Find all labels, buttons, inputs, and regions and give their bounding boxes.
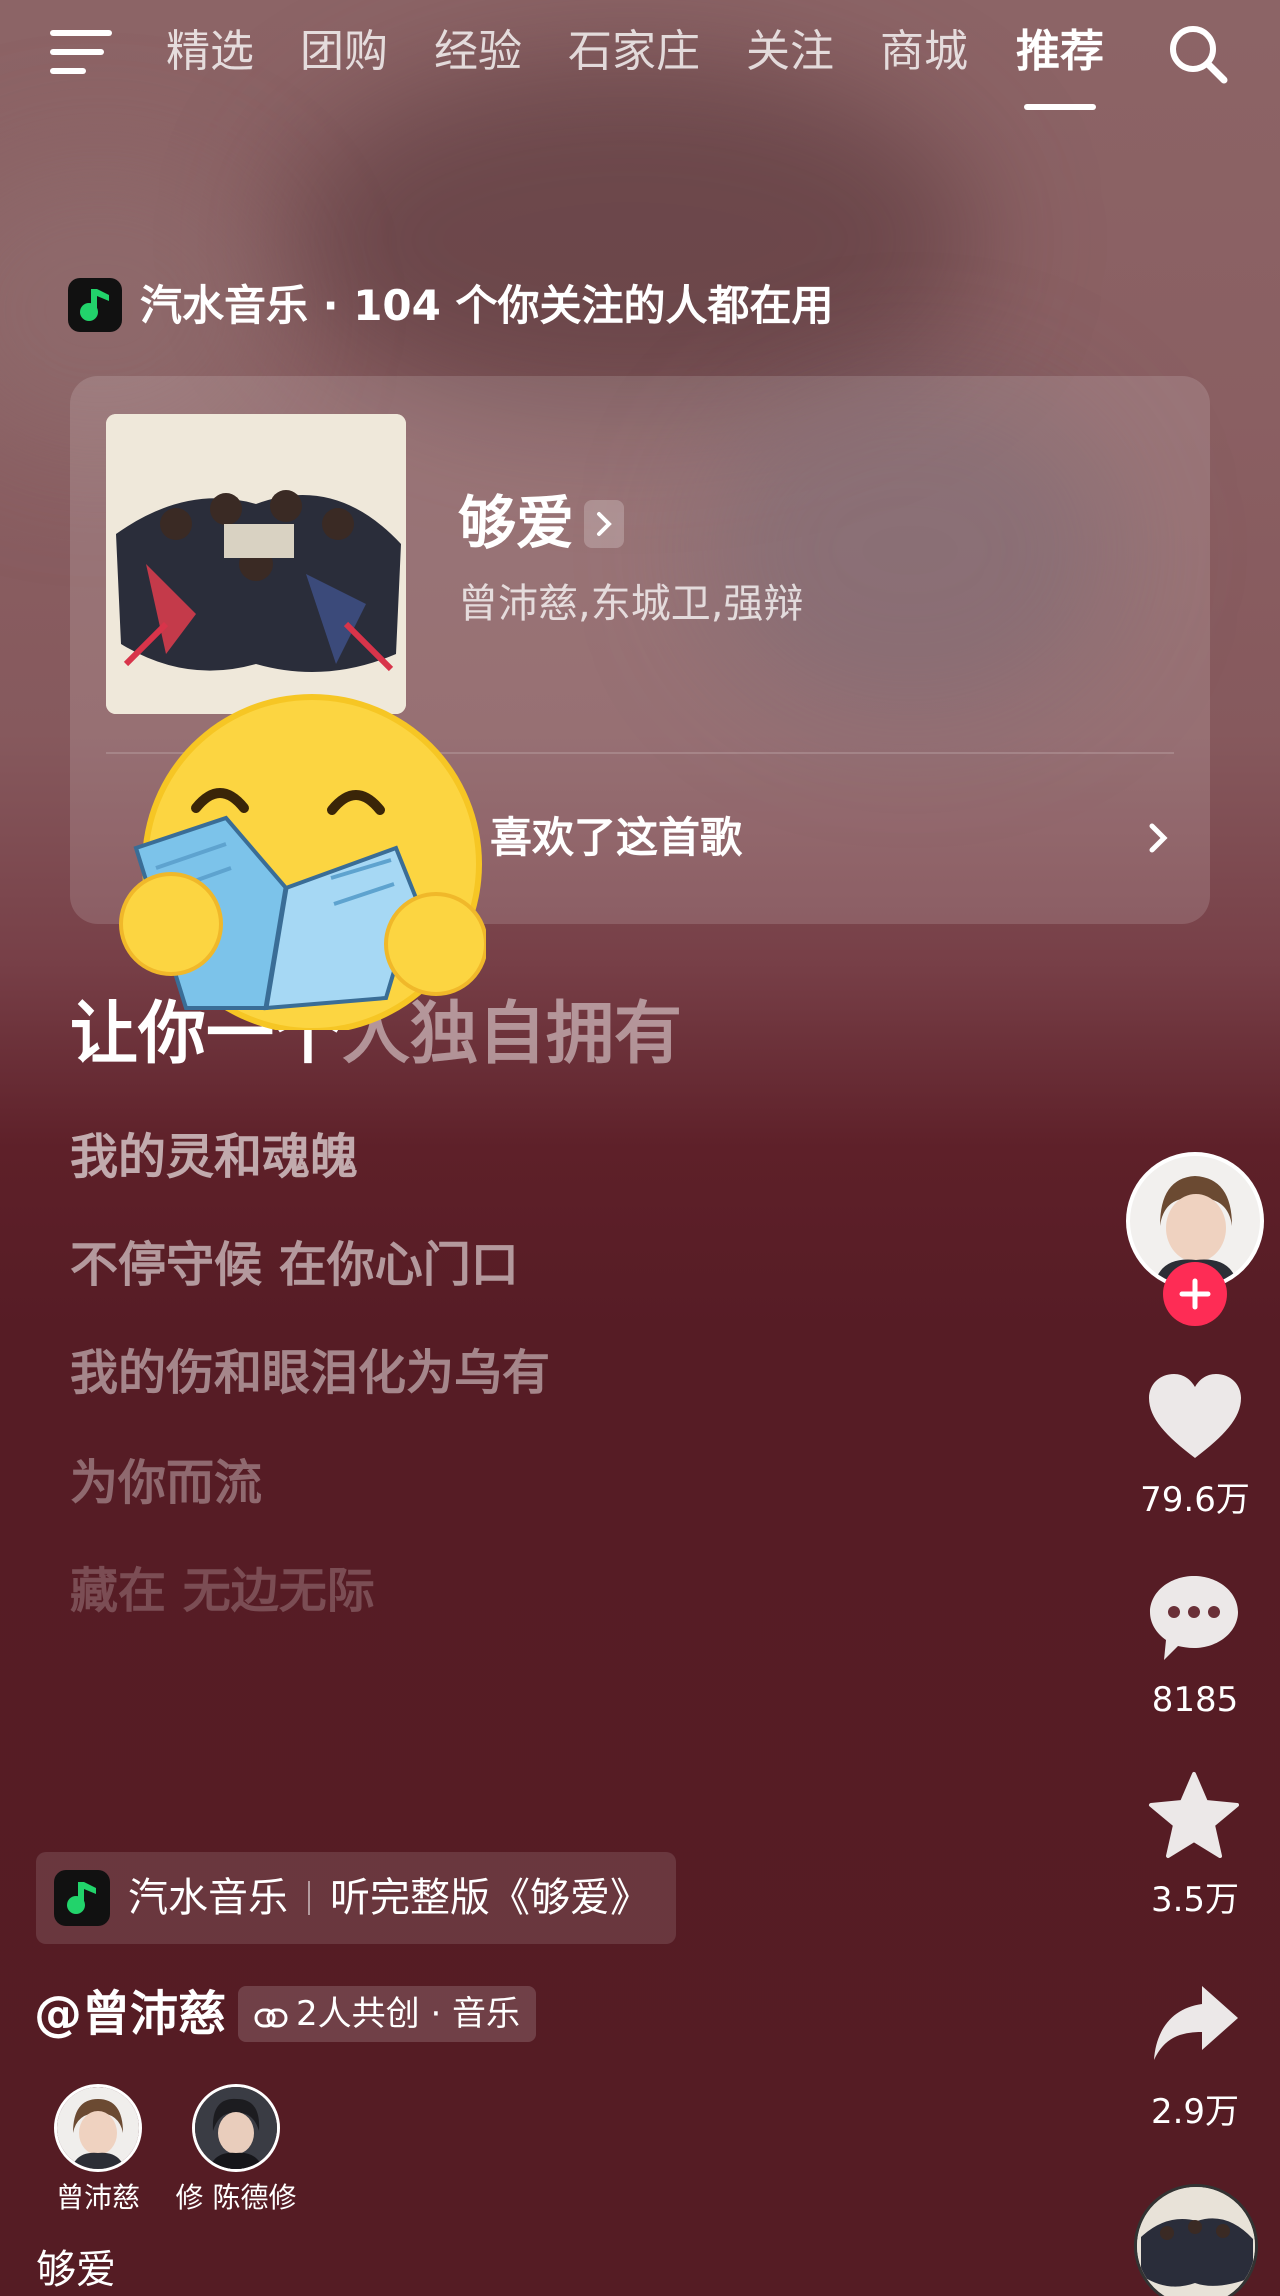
creator-item[interactable]: 修 陈德修 <box>166 2084 306 2218</box>
avatar <box>192 2084 280 2172</box>
tab-jingyan[interactable]: 经验 <box>434 24 522 80</box>
collab-tag[interactable]: 2人共创 · 音乐 <box>238 1986 537 2042</box>
qishui-music-logo-icon <box>68 278 122 332</box>
song-artists: 曾沛慈,东城卫,强辩 <box>458 581 804 627</box>
share-icon[interactable] <box>1150 1982 1242 2064</box>
share-count: 2.9万 <box>1150 2092 1240 2132</box>
tab-guanzhu[interactable]: 关注 <box>746 24 834 80</box>
music-link-pill[interactable]: 汽水音乐 听完整版《够爱》 <box>36 1852 676 1944</box>
avatar <box>54 2084 142 2172</box>
search-icon[interactable] <box>1166 22 1230 86</box>
pill-divider <box>308 1881 310 1915</box>
qishui-music-logo-icon <box>54 1870 110 1926</box>
collab-text: 2人共创 · 音乐 <box>296 1994 521 2034</box>
top-navigation: 精选 团购 经验 石家庄 关注 商城 推荐 <box>0 0 1280 120</box>
reading-emoji-sticker <box>119 694 486 1030</box>
tab-shijiazhuang[interactable]: 石家庄 <box>568 24 700 80</box>
lyric-line: 我的灵和魂魄 <box>70 1129 359 1185</box>
music-pill-app-name: 汽水音乐 <box>128 1875 288 1921</box>
star-icon[interactable] <box>1146 1770 1242 1862</box>
music-disc[interactable] <box>1134 2184 1258 2296</box>
app-banner[interactable]: 汽水音乐 · 104 个你关注的人都在用 <box>68 276 868 336</box>
chevron-right-icon[interactable] <box>1138 818 1178 858</box>
tab-jingxuan[interactable]: 精选 <box>166 24 254 80</box>
lyric-line: 我的伤和眼泪化为乌有 <box>70 1345 551 1401</box>
tab-shangcheng[interactable]: 商城 <box>880 24 968 80</box>
album-cover[interactable] <box>106 414 406 714</box>
lyric-line: 为你而流 <box>70 1455 263 1511</box>
creator-name: 修 陈德修 <box>175 2181 297 2214</box>
creator-item[interactable]: 曾沛慈 <box>28 2084 168 2218</box>
menu-icon[interactable] <box>50 30 112 74</box>
tab-tuijian[interactable]: 推荐 <box>1016 24 1104 80</box>
tab-tuangou[interactable]: 团购 <box>300 24 388 80</box>
like-count: 79.6万 <box>1140 1480 1250 1520</box>
lyric-line: 藏在 无边无际 <box>70 1563 375 1619</box>
plus-icon <box>1179 1278 1211 1310</box>
liked-song-text: 喜欢了这首歌 <box>490 813 743 862</box>
favorite-count: 3.5万 <box>1150 1880 1240 1920</box>
author-handle[interactable]: @曾沛慈 <box>34 1982 226 2046</box>
heart-icon[interactable] <box>1146 1372 1244 1462</box>
follow-button[interactable] <box>1163 1262 1227 1326</box>
app-banner-text: 汽水音乐 · 104 个你关注的人都在用 <box>140 281 834 330</box>
active-tab-indicator <box>1024 104 1096 110</box>
song-title[interactable]: 够爱 <box>458 488 574 558</box>
creator-name: 曾沛慈 <box>55 2181 140 2214</box>
lyric-line: 不停守候 在你心门口 <box>70 1237 519 1293</box>
comment-count: 8185 <box>1151 1680 1239 1720</box>
comment-icon[interactable] <box>1146 1572 1242 1664</box>
video-caption: 够爱 <box>36 2247 116 2293</box>
music-pill-action: 听完整版《够爱》 <box>330 1875 650 1921</box>
link-icon <box>254 2008 288 2028</box>
chevron-right-icon[interactable] <box>584 500 624 548</box>
music-pill-text: 汽水音乐 听完整版《够爱》 <box>128 1866 650 1930</box>
